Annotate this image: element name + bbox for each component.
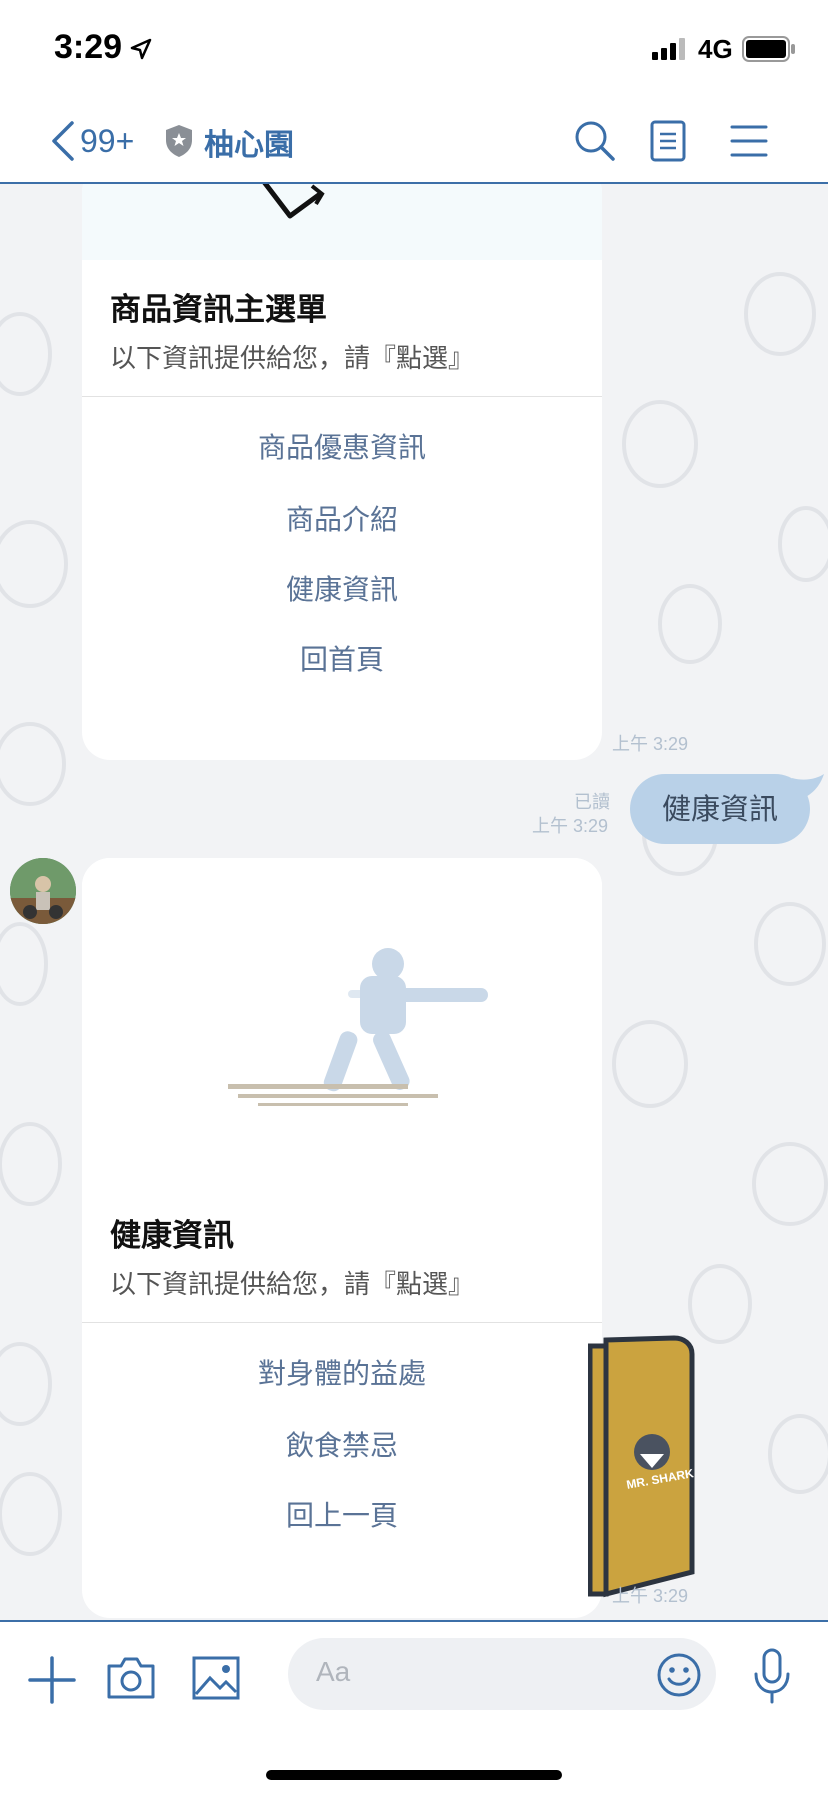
unread-count: 99+ — [80, 122, 135, 159]
microphone-icon[interactable] — [752, 1648, 792, 1704]
image-icon[interactable] — [192, 1656, 240, 1700]
card-title: 健康資訊 — [110, 1218, 234, 1254]
sticker-mr-shark[interactable]: MR. SHARK — [587, 1334, 696, 1606]
cellular-signal-icon — [652, 38, 685, 60]
camera-icon[interactable] — [106, 1656, 156, 1700]
back-button[interactable]: 99+ — [50, 118, 134, 164]
action-diet-taboos[interactable]: 飲食禁忌 — [82, 1424, 602, 1464]
message-input-bar: Aa — [0, 1620, 828, 1794]
action-back[interactable]: 回上一頁 — [82, 1494, 602, 1534]
home-indicator — [266, 1770, 562, 1780]
message-timestamp: 上午 3:29 — [532, 816, 609, 836]
avatar-photo-icon — [10, 858, 76, 924]
card-divider — [82, 1322, 602, 1323]
bubble-tail-icon — [792, 774, 824, 800]
card-description: 以下資訊提供給您，請『點選』 — [110, 1270, 475, 1300]
card-divider — [82, 396, 602, 397]
action-body-benefits[interactable]: 對身體的益處 — [82, 1352, 602, 1392]
card-description: 以下資訊提供給您，請『點選』 — [110, 344, 475, 374]
chat-title: 柚心園 — [204, 128, 294, 163]
card-hero-image — [82, 184, 602, 260]
avatar[interactable] — [10, 858, 76, 924]
status-time: 3:29 — [54, 28, 123, 66]
card-hero-image — [82, 858, 602, 1148]
action-product-intro[interactable]: 商品介紹 — [82, 498, 602, 538]
message-placeholder: Aa — [316, 1656, 351, 1687]
message-timestamp: 上午 3:29 — [612, 734, 689, 754]
menu-card-product-info: 商品資訊主選單 以下資訊提供給您，請『點選』 商品優惠資訊 商品介紹 健康資訊 … — [82, 184, 602, 760]
status-bar: 3:29 4G — [0, 0, 828, 100]
notes-icon[interactable] — [650, 120, 686, 162]
user-message-bubble[interactable]: 健康資訊 — [630, 774, 810, 844]
chevron-left-icon — [52, 121, 74, 161]
pixel-runner-illustration-icon — [228, 948, 488, 1106]
search-icon[interactable] — [574, 120, 616, 162]
chat-message-list[interactable]: 商品資訊主選單 以下資訊提供給您，請『點選』 商品優惠資訊 商品介紹 健康資訊 … — [0, 184, 828, 1620]
network-type: 4G — [698, 34, 733, 64]
hero-illustration-icon — [262, 184, 325, 219]
card-title: 商品資訊主選單 — [110, 292, 327, 328]
chat-header: 99+ 柚心園 — [0, 100, 828, 184]
action-product-promotions[interactable]: 商品優惠資訊 — [82, 426, 602, 466]
plus-icon[interactable] — [28, 1656, 76, 1704]
menu-card-health-info: 健康資訊 以下資訊提供給您，請『點選』 對身體的益處 飲食禁忌 回上一頁 — [82, 858, 602, 1618]
emoji-icon[interactable] — [656, 1652, 702, 1698]
message-timestamp: 上午 3:29 — [612, 1586, 689, 1606]
official-account-shield-icon — [166, 125, 192, 157]
message-input[interactable]: Aa — [288, 1638, 716, 1710]
action-health-info[interactable]: 健康資訊 — [82, 568, 602, 608]
menu-icon[interactable] — [730, 124, 768, 158]
action-home[interactable]: 回首頁 — [82, 638, 602, 678]
battery-icon — [742, 36, 795, 62]
location-arrow-icon — [130, 38, 152, 60]
read-receipt: 已讀 — [574, 792, 610, 812]
